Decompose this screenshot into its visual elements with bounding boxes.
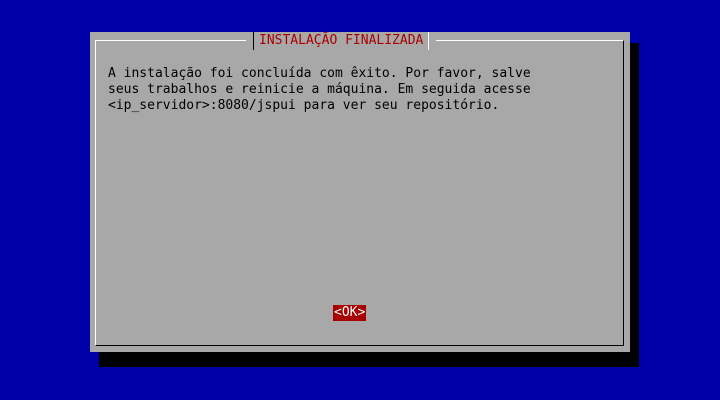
ok-button[interactable]: <OK> (333, 305, 367, 321)
title-right-tick (428, 32, 437, 50)
dialog-title: INSTALAÇÃO FINALIZADA (254, 32, 429, 50)
title-left-tick (246, 32, 254, 50)
message-line-3: <ip_servidor>:8080/jspui para ver seu re… (108, 98, 500, 113)
dialog-title-bar: INSTALAÇÃO FINALIZADA (246, 32, 437, 50)
message-line-2: seus trabalhos e reinicie a máquina. Em … (108, 82, 531, 97)
message-dialog: INSTALAÇÃO FINALIZADA A instalação foi c… (90, 32, 630, 352)
dialog-message: A instalação foi concluída com êxito. Po… (108, 66, 608, 114)
installer-screen: INSTALAÇÃO FINALIZADA A instalação foi c… (0, 0, 720, 400)
message-line-1: A instalação foi concluída com êxito. Po… (108, 66, 531, 81)
